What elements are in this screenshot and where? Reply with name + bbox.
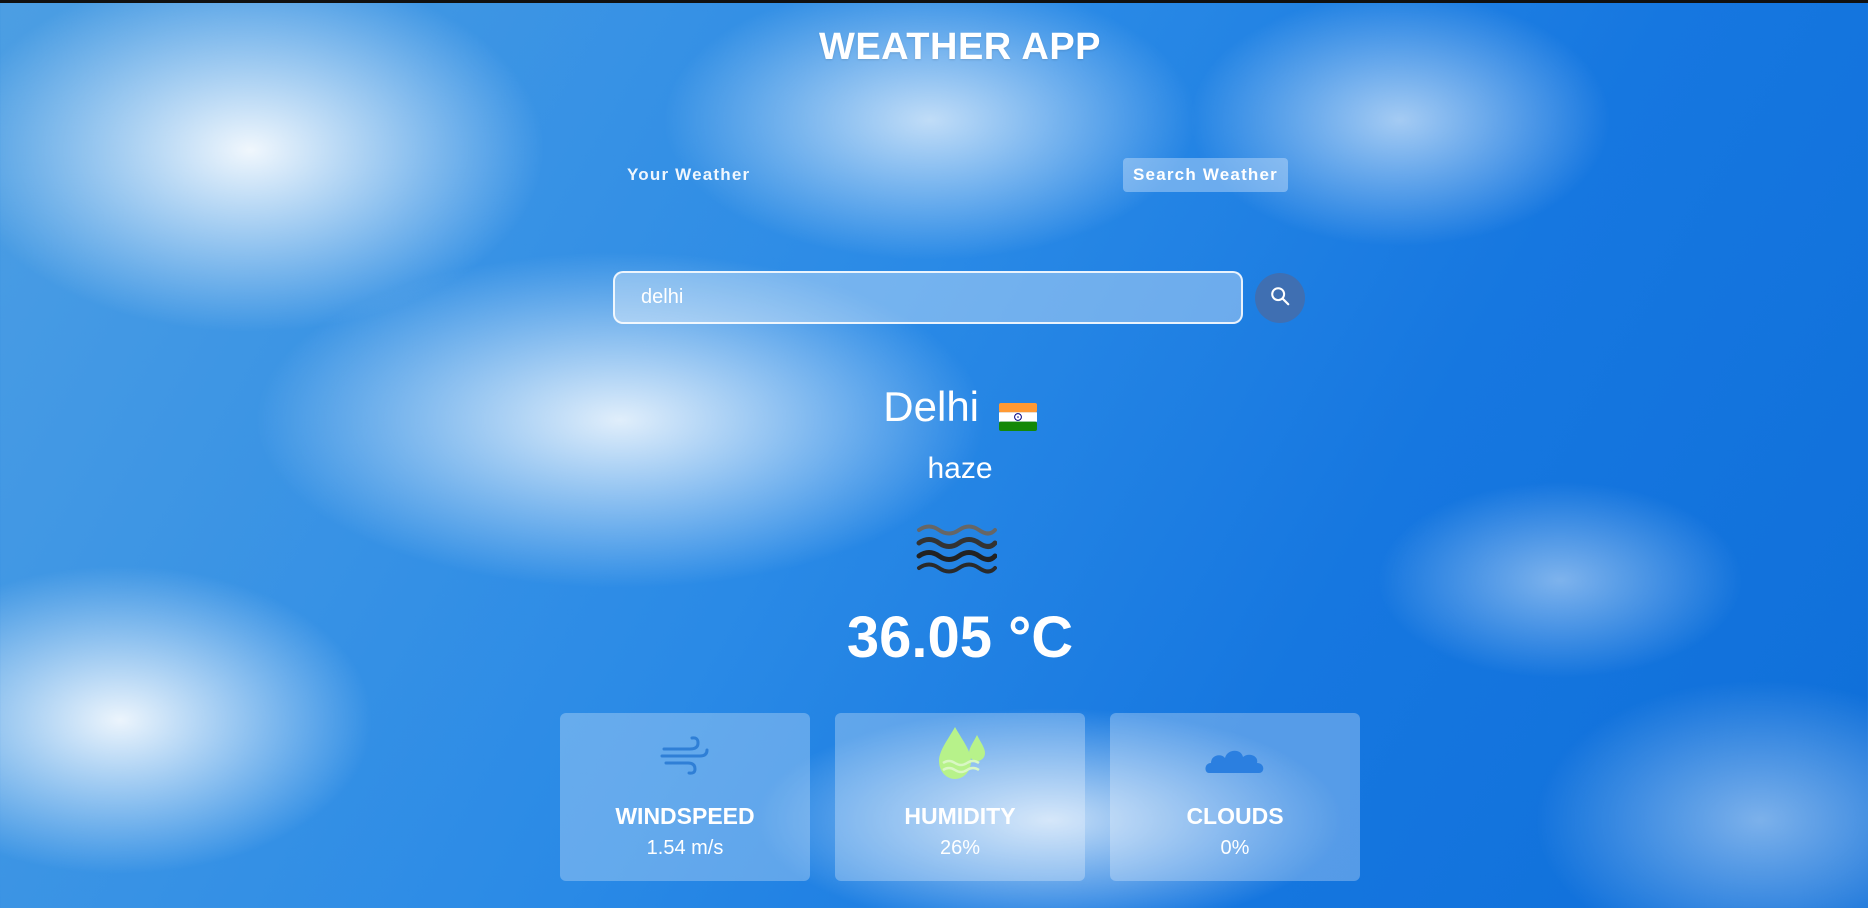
tab-your-weather[interactable]: Your Weather	[617, 158, 760, 192]
humidity-card: HUMIDITY 26%	[835, 713, 1085, 881]
cloud-icon	[1203, 743, 1267, 782]
windspeed-label: WINDSPEED	[615, 803, 755, 829]
humidity-label: HUMIDITY	[904, 803, 1016, 829]
wind-icon	[660, 731, 710, 786]
search-form	[613, 271, 1243, 324]
clouds-value: 0%	[1220, 837, 1250, 859]
windspeed-card: WINDSPEED 1.54 m/s	[560, 713, 810, 881]
clouds-label: CLOUDS	[1186, 803, 1284, 829]
app-title: WEATHER APP	[818, 26, 1102, 68]
windspeed-value: 1.54 m/s	[646, 837, 724, 859]
window-top-border	[0, 0, 1868, 3]
tab-search-weather[interactable]: Search Weather	[1123, 158, 1288, 192]
city-name: Delhi	[883, 383, 980, 430]
weather-description: haze	[927, 452, 993, 485]
humidity-icon	[931, 723, 989, 788]
humidity-value: 26%	[939, 837, 981, 859]
haze-icon	[915, 520, 998, 574]
clouds-card: CLOUDS 0%	[1110, 713, 1360, 881]
india-flag-icon	[998, 393, 1037, 431]
search-input[interactable]	[615, 273, 1241, 322]
city-heading: Delhi	[0, 383, 1868, 431]
search-icon	[1269, 285, 1291, 312]
temperature: 36.05 °C	[846, 605, 1074, 670]
search-button[interactable]	[1255, 273, 1305, 323]
